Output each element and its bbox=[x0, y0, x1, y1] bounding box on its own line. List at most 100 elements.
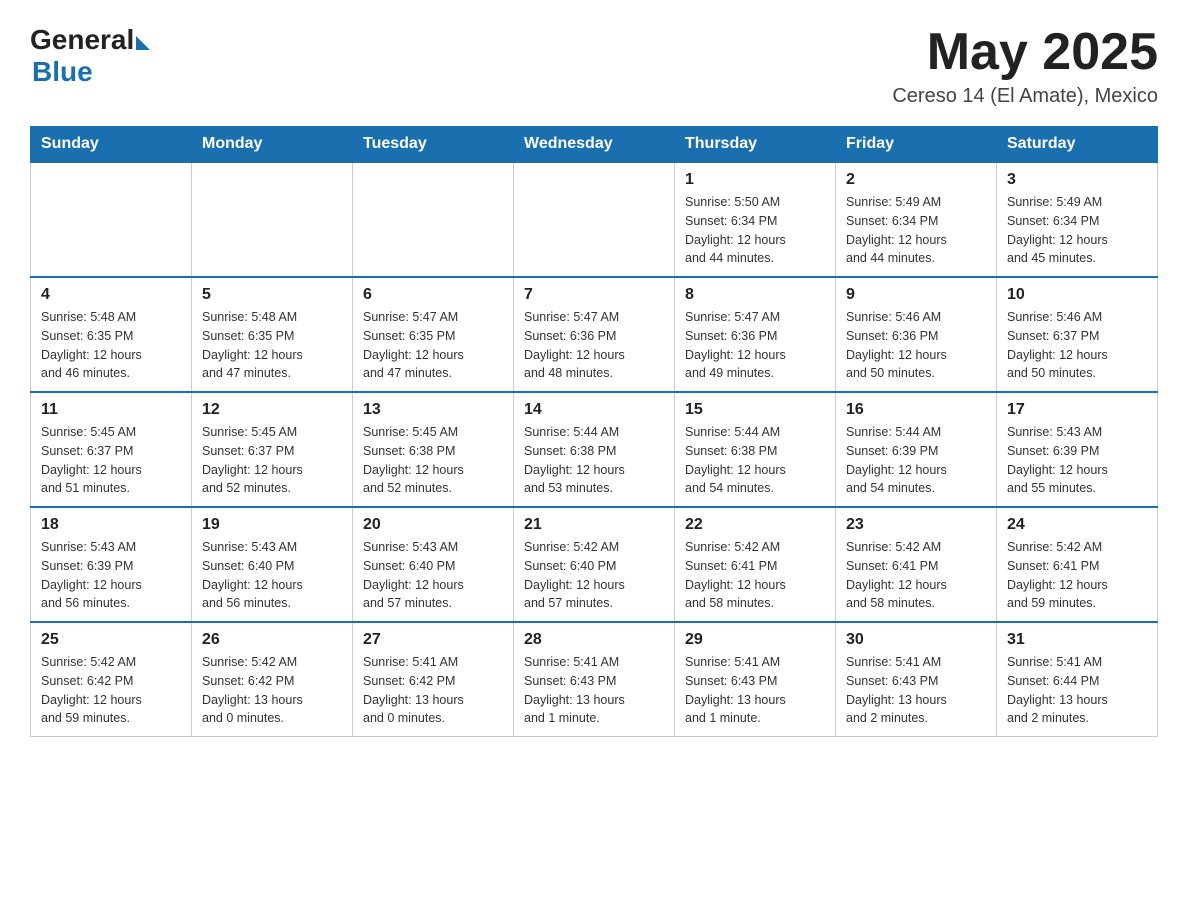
day-number: 24 bbox=[1007, 516, 1147, 534]
calendar-header-saturday: Saturday bbox=[997, 127, 1158, 163]
day-info: Sunrise: 5:41 AM Sunset: 6:43 PM Dayligh… bbox=[524, 653, 664, 728]
calendar-header-tuesday: Tuesday bbox=[353, 127, 514, 163]
day-number: 26 bbox=[202, 631, 342, 649]
calendar-cell: 16 Sunrise: 5:44 AM Sunset: 6:39 PM Dayli… bbox=[836, 392, 997, 507]
calendar-cell: 17 Sunrise: 5:43 AM Sunset: 6:39 PM Dayli… bbox=[997, 392, 1158, 507]
day-info: Sunrise: 5:42 AM Sunset: 6:41 PM Dayligh… bbox=[1007, 538, 1147, 613]
calendar-cell bbox=[192, 162, 353, 277]
calendar-cell: 7 Sunrise: 5:47 AM Sunset: 6:36 PM Daylig… bbox=[514, 277, 675, 392]
day-info: Sunrise: 5:43 AM Sunset: 6:40 PM Dayligh… bbox=[363, 538, 503, 613]
day-number: 2 bbox=[846, 171, 986, 189]
day-info: Sunrise: 5:47 AM Sunset: 6:35 PM Dayligh… bbox=[363, 308, 503, 383]
calendar-cell: 5 Sunrise: 5:48 AM Sunset: 6:35 PM Daylig… bbox=[192, 277, 353, 392]
day-number: 8 bbox=[685, 286, 825, 304]
day-number: 22 bbox=[685, 516, 825, 534]
day-info: Sunrise: 5:45 AM Sunset: 6:38 PM Dayligh… bbox=[363, 423, 503, 498]
calendar-cell: 23Sunrise: 5:42 AM Sunset: 6:41 PM Dayli… bbox=[836, 507, 997, 622]
day-info: Sunrise: 5:45 AM Sunset: 6:37 PM Dayligh… bbox=[41, 423, 181, 498]
day-info: Sunrise: 5:41 AM Sunset: 6:43 PM Dayligh… bbox=[846, 653, 986, 728]
day-number: 11 bbox=[41, 401, 181, 419]
calendar-cell: 24 Sunrise: 5:42 AM Sunset: 6:41 PM Dayli… bbox=[997, 507, 1158, 622]
day-number: 23 bbox=[846, 516, 986, 534]
day-info: Sunrise: 5:47 AM Sunset: 6:36 PM Dayligh… bbox=[524, 308, 664, 383]
day-info: Sunrise: 5:43 AM Sunset: 6:39 PM Dayligh… bbox=[1007, 423, 1147, 498]
logo-triangle-icon bbox=[136, 36, 150, 50]
calendar-header-wednesday: Wednesday bbox=[514, 127, 675, 163]
day-number: 13 bbox=[363, 401, 503, 419]
calendar-cell: 26Sunrise: 5:42 AM Sunset: 6:42 PM Dayli… bbox=[192, 622, 353, 737]
day-info: Sunrise: 5:46 AM Sunset: 6:36 PM Dayligh… bbox=[846, 308, 986, 383]
calendar-cell bbox=[31, 162, 192, 277]
day-number: 27 bbox=[363, 631, 503, 649]
day-info: Sunrise: 5:46 AM Sunset: 6:37 PM Dayligh… bbox=[1007, 308, 1147, 383]
day-number: 29 bbox=[685, 631, 825, 649]
day-info: Sunrise: 5:42 AM Sunset: 6:40 PM Dayligh… bbox=[524, 538, 664, 613]
calendar-cell: 12 Sunrise: 5:45 AM Sunset: 6:37 PM Dayli… bbox=[192, 392, 353, 507]
calendar-header-row: SundayMondayTuesdayWednesdayThursdayFrid… bbox=[31, 127, 1158, 163]
calendar-cell bbox=[514, 162, 675, 277]
day-info: Sunrise: 5:41 AM Sunset: 6:43 PM Dayligh… bbox=[685, 653, 825, 728]
day-number: 7 bbox=[524, 286, 664, 304]
calendar-cell: 10 Sunrise: 5:46 AM Sunset: 6:37 PM Dayli… bbox=[997, 277, 1158, 392]
day-number: 15 bbox=[685, 401, 825, 419]
day-info: Sunrise: 5:48 AM Sunset: 6:35 PM Dayligh… bbox=[202, 308, 342, 383]
day-number: 3 bbox=[1007, 171, 1147, 189]
calendar-cell: 27 Sunrise: 5:41 AM Sunset: 6:42 PM Dayli… bbox=[353, 622, 514, 737]
calendar-cell: 28 Sunrise: 5:41 AM Sunset: 6:43 PM Dayli… bbox=[514, 622, 675, 737]
calendar-cell: 31Sunrise: 5:41 AM Sunset: 6:44 PM Dayli… bbox=[997, 622, 1158, 737]
day-number: 12 bbox=[202, 401, 342, 419]
week-row-5: 25 Sunrise: 5:42 AM Sunset: 6:42 PM Dayli… bbox=[31, 622, 1158, 737]
day-number: 14 bbox=[524, 401, 664, 419]
calendar-cell: 2 Sunrise: 5:49 AM Sunset: 6:34 PM Daylig… bbox=[836, 162, 997, 277]
calendar-header-friday: Friday bbox=[836, 127, 997, 163]
day-info: Sunrise: 5:49 AM Sunset: 6:34 PM Dayligh… bbox=[846, 193, 986, 268]
day-info: Sunrise: 5:41 AM Sunset: 6:42 PM Dayligh… bbox=[363, 653, 503, 728]
calendar-cell: 14Sunrise: 5:44 AM Sunset: 6:38 PM Dayli… bbox=[514, 392, 675, 507]
day-number: 17 bbox=[1007, 401, 1147, 419]
day-number: 5 bbox=[202, 286, 342, 304]
calendar-header-thursday: Thursday bbox=[675, 127, 836, 163]
day-number: 18 bbox=[41, 516, 181, 534]
calendar-cell: 19Sunrise: 5:43 AM Sunset: 6:40 PM Dayli… bbox=[192, 507, 353, 622]
day-info: Sunrise: 5:49 AM Sunset: 6:34 PM Dayligh… bbox=[1007, 193, 1147, 268]
day-number: 6 bbox=[363, 286, 503, 304]
logo-general: General bbox=[30, 24, 134, 56]
week-row-1: 1 Sunrise: 5:50 AM Sunset: 6:34 PM Daylig… bbox=[31, 162, 1158, 277]
logo-blue: Blue bbox=[32, 56, 150, 88]
calendar-cell: 11 Sunrise: 5:45 AM Sunset: 6:37 PM Dayli… bbox=[31, 392, 192, 507]
calendar-cell: 6 Sunrise: 5:47 AM Sunset: 6:35 PM Daylig… bbox=[353, 277, 514, 392]
day-info: Sunrise: 5:48 AM Sunset: 6:35 PM Dayligh… bbox=[41, 308, 181, 383]
calendar-cell: 1 Sunrise: 5:50 AM Sunset: 6:34 PM Daylig… bbox=[675, 162, 836, 277]
day-info: Sunrise: 5:42 AM Sunset: 6:41 PM Dayligh… bbox=[685, 538, 825, 613]
day-info: Sunrise: 5:47 AM Sunset: 6:36 PM Dayligh… bbox=[685, 308, 825, 383]
day-info: Sunrise: 5:42 AM Sunset: 6:42 PM Dayligh… bbox=[41, 653, 181, 728]
day-number: 28 bbox=[524, 631, 664, 649]
day-number: 30 bbox=[846, 631, 986, 649]
calendar-cell: 8 Sunrise: 5:47 AM Sunset: 6:36 PM Daylig… bbox=[675, 277, 836, 392]
calendar-cell: 29 Sunrise: 5:41 AM Sunset: 6:43 PM Dayli… bbox=[675, 622, 836, 737]
day-number: 20 bbox=[363, 516, 503, 534]
week-row-4: 18 Sunrise: 5:43 AM Sunset: 6:39 PM Dayli… bbox=[31, 507, 1158, 622]
day-number: 10 bbox=[1007, 286, 1147, 304]
calendar-cell: 15Sunrise: 5:44 AM Sunset: 6:38 PM Dayli… bbox=[675, 392, 836, 507]
calendar-cell: 22 Sunrise: 5:42 AM Sunset: 6:41 PM Dayli… bbox=[675, 507, 836, 622]
day-info: Sunrise: 5:45 AM Sunset: 6:37 PM Dayligh… bbox=[202, 423, 342, 498]
calendar-header-sunday: Sunday bbox=[31, 127, 192, 163]
location-title: Cereso 14 (El Amate), Mexico bbox=[892, 85, 1158, 108]
day-number: 1 bbox=[685, 171, 825, 189]
calendar-cell: 4Sunrise: 5:48 AM Sunset: 6:35 PM Daylig… bbox=[31, 277, 192, 392]
calendar-cell bbox=[353, 162, 514, 277]
day-info: Sunrise: 5:44 AM Sunset: 6:39 PM Dayligh… bbox=[846, 423, 986, 498]
day-info: Sunrise: 5:50 AM Sunset: 6:34 PM Dayligh… bbox=[685, 193, 825, 268]
day-info: Sunrise: 5:43 AM Sunset: 6:40 PM Dayligh… bbox=[202, 538, 342, 613]
calendar-header-monday: Monday bbox=[192, 127, 353, 163]
calendar-cell: 13 Sunrise: 5:45 AM Sunset: 6:38 PM Dayli… bbox=[353, 392, 514, 507]
day-info: Sunrise: 5:43 AM Sunset: 6:39 PM Dayligh… bbox=[41, 538, 181, 613]
day-number: 16 bbox=[846, 401, 986, 419]
calendar-cell: 20 Sunrise: 5:43 AM Sunset: 6:40 PM Dayli… bbox=[353, 507, 514, 622]
calendar-cell: 18 Sunrise: 5:43 AM Sunset: 6:39 PM Dayli… bbox=[31, 507, 192, 622]
day-number: 9 bbox=[846, 286, 986, 304]
day-number: 25 bbox=[41, 631, 181, 649]
title-area: May 2025 Cereso 14 (El Amate), Mexico bbox=[892, 24, 1158, 108]
day-number: 31 bbox=[1007, 631, 1147, 649]
